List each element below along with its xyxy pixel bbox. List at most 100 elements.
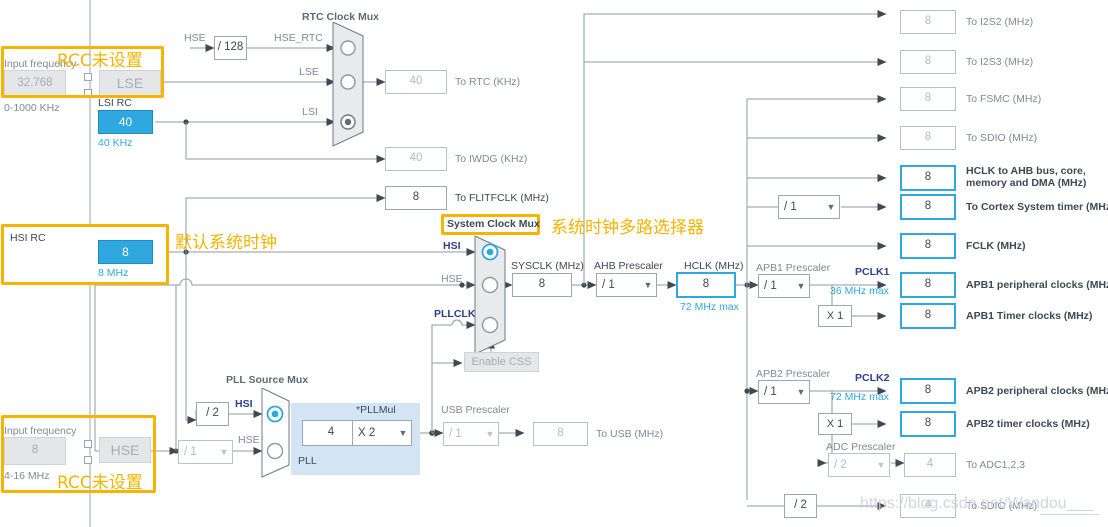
- hsi-rc-title: HSI RC: [10, 232, 46, 244]
- sysmux-input-hse-label: HSE: [441, 273, 463, 285]
- sysclk-value: 8: [512, 273, 572, 297]
- pllmul-label: *PLLMul: [356, 404, 396, 416]
- hsi-rc-value[interactable]: 8: [98, 240, 153, 264]
- chevron-down-icon: ▼: [796, 387, 806, 397]
- usb-prescaler-value: / 1: [449, 428, 462, 440]
- to-fsmc-label: To FSMC (MHz): [966, 93, 1042, 105]
- hclk-ahb-label-line2: memory and DMA (MHz): [966, 177, 1087, 189]
- pclk2-label: PCLK2: [855, 372, 890, 384]
- rtc-hse-divider: / 128: [214, 36, 247, 60]
- lse-range-label: 0-1000 KHz: [4, 102, 60, 114]
- pll-source-mux-shape[interactable]: [259, 388, 295, 478]
- pll-source-mux-title: PLL Source Mux: [226, 374, 309, 386]
- sysmux-input-hsi-label: HSI: [443, 240, 461, 252]
- to-i2s3-label: To I2S3 (MHz): [966, 56, 1034, 68]
- hsi-rc-unit: 8 MHz: [98, 267, 129, 279]
- apb1-prescaler-select[interactable]: / 1 ▼: [758, 274, 810, 298]
- to-iwdg-value: 40: [385, 147, 447, 171]
- to-adc-label: To ADC1,2,3: [966, 459, 1025, 471]
- annotation-rcc-not-set-lse: RCC未设置: [57, 51, 143, 71]
- sdio-bottom-divider: / 2: [784, 494, 817, 518]
- enable-css-button[interactable]: Enable CSS: [464, 352, 539, 372]
- sysclk-label: SYSCLK (MHz): [511, 260, 584, 272]
- watermark-text: https://blog.csdn.net/Wandou___: [860, 495, 1094, 512]
- hclk-ahb-value[interactable]: 8: [900, 165, 956, 191]
- to-sdio-top-label: To SDIO (MHz): [966, 132, 1038, 144]
- system-clock-mux-shape[interactable]: [472, 236, 510, 356]
- watermark-underline: [1040, 514, 1100, 515]
- apb2-prescaler-value: / 1: [764, 386, 777, 398]
- to-flitfclk-label: To FLITFCLK (MHz): [455, 192, 549, 204]
- pllmul-select[interactable]: X 2 ▼: [352, 420, 412, 446]
- cortex-timer-value[interactable]: 8: [900, 194, 956, 220]
- annotation-rcc-not-set-hse: RCC未设置: [57, 473, 143, 493]
- apb2-timer-value[interactable]: 8: [900, 411, 956, 437]
- to-i2s3-value: 8: [900, 50, 956, 74]
- pll-hsi-divider: / 2: [196, 402, 229, 426]
- apb1-timer-value[interactable]: 8: [900, 303, 956, 329]
- annotation-system-clock-mux: 系统时钟多路选择器: [551, 218, 704, 238]
- ahb-prescaler-select[interactable]: / 1 ▼: [596, 273, 657, 297]
- pll-group-label: PLL: [298, 455, 317, 467]
- chevron-down-icon: ▼: [398, 428, 408, 438]
- chevron-down-icon: ▼: [796, 281, 806, 291]
- rtc-mux-input-hse-rtc-label: HSE_RTC: [274, 32, 323, 44]
- to-sdio-top-value: 8: [900, 126, 956, 150]
- apb2-timer-multiplier: X 1: [818, 413, 852, 435]
- chevron-down-icon: ▼: [826, 202, 836, 212]
- pllmux-input-hse-label: HSE: [238, 434, 260, 446]
- lsi-rc-value[interactable]: 40: [98, 110, 153, 134]
- ahb-prescaler-value: / 1: [602, 279, 615, 291]
- to-i2s2-value: 8: [900, 10, 956, 34]
- apb2-prescaler-label: APB2 Prescaler: [756, 368, 831, 380]
- apb1-prescaler-label: APB1 Prescaler: [756, 262, 831, 274]
- fclk-value[interactable]: 8: [900, 233, 956, 259]
- chevron-down-icon: ▼: [643, 280, 653, 290]
- apb1-peripheral-label: APB1 peripheral clocks (MHz): [966, 279, 1108, 291]
- system-clock-mux-title: System Clock Mux: [447, 218, 540, 230]
- pllmul-value: X 2: [358, 427, 376, 439]
- apb1-timer-label: APB1 Timer clocks (MHz): [966, 310, 1093, 322]
- pll-hse-divider-select[interactable]: / 1 ▼: [178, 440, 233, 464]
- chevron-down-icon: ▼: [485, 429, 495, 439]
- annotation-default-system-clock: 默认系统时钟: [175, 233, 277, 253]
- to-usb-value: 8: [533, 422, 588, 446]
- apb2-timer-label: APB2 timer clocks (MHz): [966, 418, 1090, 430]
- adc-prescaler-value: / 2: [834, 459, 847, 471]
- to-usb-label: To USB (MHz): [596, 428, 664, 440]
- rtc-hse-label: HSE: [184, 32, 206, 44]
- clock-configuration-diagram: Input frequency 32.768 0-1000 KHz LSE RC…: [0, 0, 1108, 527]
- pclk2-max-label: 72 MHz max: [830, 391, 889, 403]
- sysmux-input-pllclk-label: PLLCLK: [434, 308, 476, 320]
- pll-hse-divider-value: / 1: [184, 446, 197, 458]
- ahb-prescaler-label: AHB Prescaler: [594, 260, 663, 272]
- apb1-peripheral-value[interactable]: 8: [900, 272, 956, 298]
- apb1-prescaler-value: / 1: [764, 280, 777, 292]
- hclk-ahb-label-line1: HCLK to AHB bus, core,: [966, 165, 1086, 177]
- apb1-timer-multiplier: X 1: [818, 305, 852, 327]
- chevron-down-icon: ▼: [876, 460, 886, 470]
- apb2-prescaler-select[interactable]: / 1 ▼: [758, 380, 810, 404]
- rtc-mux-input-lse-label: LSE: [299, 66, 319, 78]
- apb2-peripheral-value[interactable]: 8: [900, 378, 956, 404]
- to-rtc-label: To RTC (KHz): [455, 76, 521, 88]
- cortex-timer-label: To Cortex System timer (MHz): [966, 201, 1108, 213]
- pllmux-input-hsi-label: HSI: [235, 398, 253, 410]
- pclk1-label: PCLK1: [855, 266, 890, 278]
- adc-prescaler-label: ADC Prescaler: [826, 441, 896, 453]
- to-fsmc-value: 8: [900, 87, 956, 111]
- lsi-rc-title: LSI RC: [98, 97, 132, 109]
- usb-prescaler-select[interactable]: / 1 ▼: [443, 422, 499, 446]
- hclk-max-label: 72 MHz max: [680, 301, 739, 313]
- to-i2s2-label: To I2S2 (MHz): [966, 16, 1034, 28]
- pclk1-max-label: 36 MHz max: [830, 285, 889, 297]
- cortex-prescaler-value: / 1: [784, 201, 797, 213]
- lsi-rc-unit: 40 KHz: [98, 137, 133, 149]
- cortex-prescaler-select[interactable]: / 1 ▼: [778, 195, 840, 219]
- chevron-down-icon: ▼: [219, 447, 229, 457]
- rtc-clock-mux-shape[interactable]: [330, 22, 370, 147]
- to-iwdg-label: To IWDG (KHz): [455, 153, 528, 165]
- rtc-mux-input-lsi-label: LSI: [302, 106, 318, 118]
- hclk-value[interactable]: 8: [676, 272, 736, 298]
- adc-prescaler-select[interactable]: / 2 ▼: [828, 453, 890, 477]
